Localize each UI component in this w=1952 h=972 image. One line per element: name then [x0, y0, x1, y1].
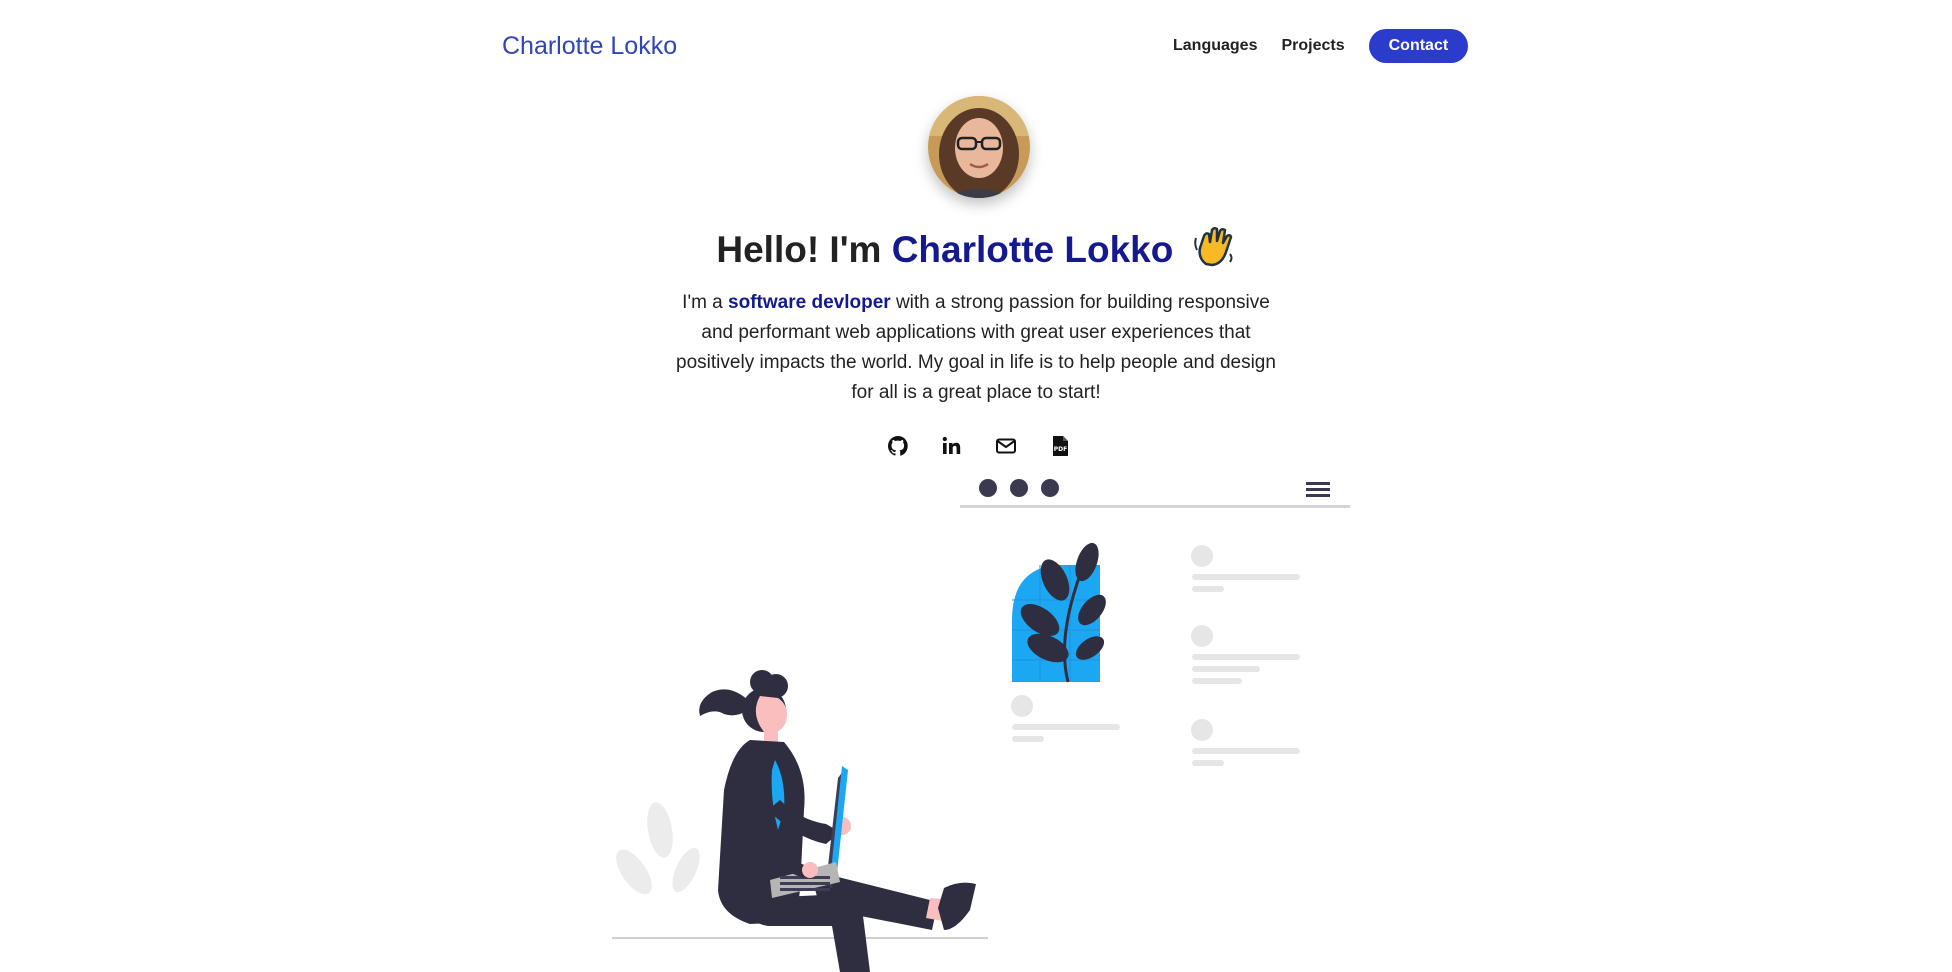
bio-paragraph: I'm a software devloper with a strong pa…: [676, 288, 1276, 408]
hero-illustration: [600, 470, 1360, 972]
hero-name: Charlotte Lokko: [891, 229, 1174, 270]
avatar: [928, 96, 1030, 198]
avatar-photo: [928, 96, 1030, 198]
contact-button[interactable]: Contact: [1368, 29, 1469, 63]
placeholder-lines: [1191, 545, 1300, 766]
bio-prefix: I'm a: [682, 292, 723, 313]
hero-greeting: Hello! I'm: [716, 229, 882, 270]
svg-text:PDF: PDF: [1054, 446, 1067, 453]
nav-link-projects[interactable]: Projects: [1281, 37, 1344, 55]
hero-title: Hello! I'm Charlotte Lokko: [0, 224, 1952, 277]
main-nav: Languages Projects Contact: [1173, 29, 1469, 63]
github-icon[interactable]: [886, 434, 910, 458]
social-links: PDF: [886, 434, 1072, 458]
nav-link-languages[interactable]: Languages: [1173, 37, 1257, 55]
brand-logo-link[interactable]: Charlotte Lokko: [502, 32, 677, 61]
bio-accent: software devloper: [728, 292, 891, 313]
page: Charlotte Lokko Languages Projects Conta…: [0, 0, 1952, 972]
linkedin-icon[interactable]: [940, 434, 964, 458]
background-plant: [616, 802, 700, 895]
browser-mockup: [960, 479, 1350, 508]
pdf-icon[interactable]: PDF: [1048, 434, 1072, 458]
waving-hand-icon: [1192, 224, 1236, 277]
plant-card: [1011, 542, 1120, 742]
email-icon[interactable]: [994, 434, 1018, 458]
woman-laptop-illustration: [612, 479, 1350, 972]
woman-figure: [699, 670, 976, 972]
